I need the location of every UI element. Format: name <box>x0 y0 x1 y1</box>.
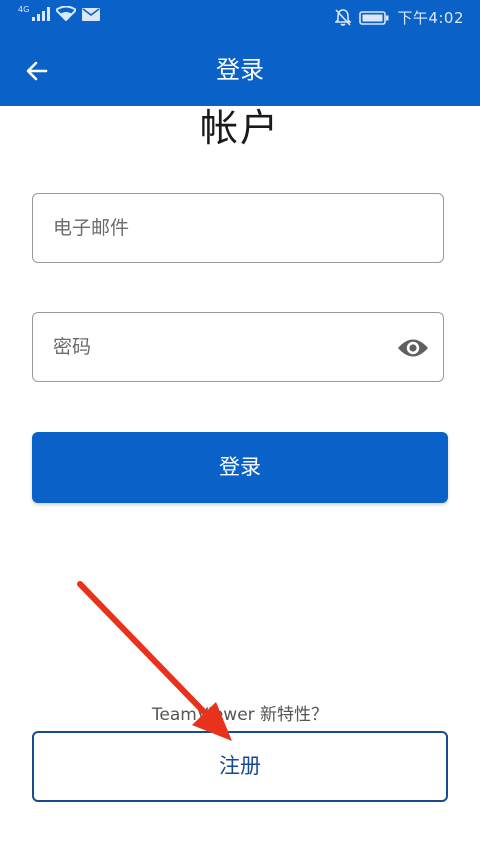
password-input[interactable] <box>53 313 393 381</box>
eye-icon <box>398 339 428 357</box>
app-header: 4G 下午4:02 登录 <box>0 0 480 106</box>
mail-icon <box>82 8 101 21</box>
status-bar-right: 下午4:02 <box>335 7 464 28</box>
register-button[interactable]: 注册 <box>32 731 448 802</box>
back-button[interactable] <box>18 52 56 90</box>
email-field[interactable] <box>32 193 444 263</box>
arrow-left-icon <box>26 61 48 81</box>
status-bar-left: 4G <box>18 5 101 21</box>
whats-new-link[interactable]: TeamViewer 新特性？ <box>0 700 480 725</box>
wifi-icon <box>56 6 77 21</box>
password-field[interactable] <box>32 312 444 382</box>
status-bar: 4G 下午4:02 <box>0 0 480 34</box>
signal-icon <box>32 7 51 21</box>
status-time: 下午4:02 <box>397 9 464 27</box>
app-bar-title: 登录 <box>216 56 264 84</box>
mute-bell-icon <box>335 9 352 26</box>
login-button[interactable]: 登录 <box>32 432 448 503</box>
network-type-label: 4G <box>18 5 30 14</box>
battery-icon <box>359 10 389 25</box>
password-visibility-toggle[interactable] <box>395 331 431 365</box>
account-heading: 帐户 <box>199 106 280 150</box>
email-input[interactable] <box>53 194 393 262</box>
app-bar: 登录 <box>0 34 480 106</box>
login-screen: 4G 下午4:02 登录 帐户 电子邮件 登录 TeamViewer 新特性？ … <box>0 0 480 853</box>
